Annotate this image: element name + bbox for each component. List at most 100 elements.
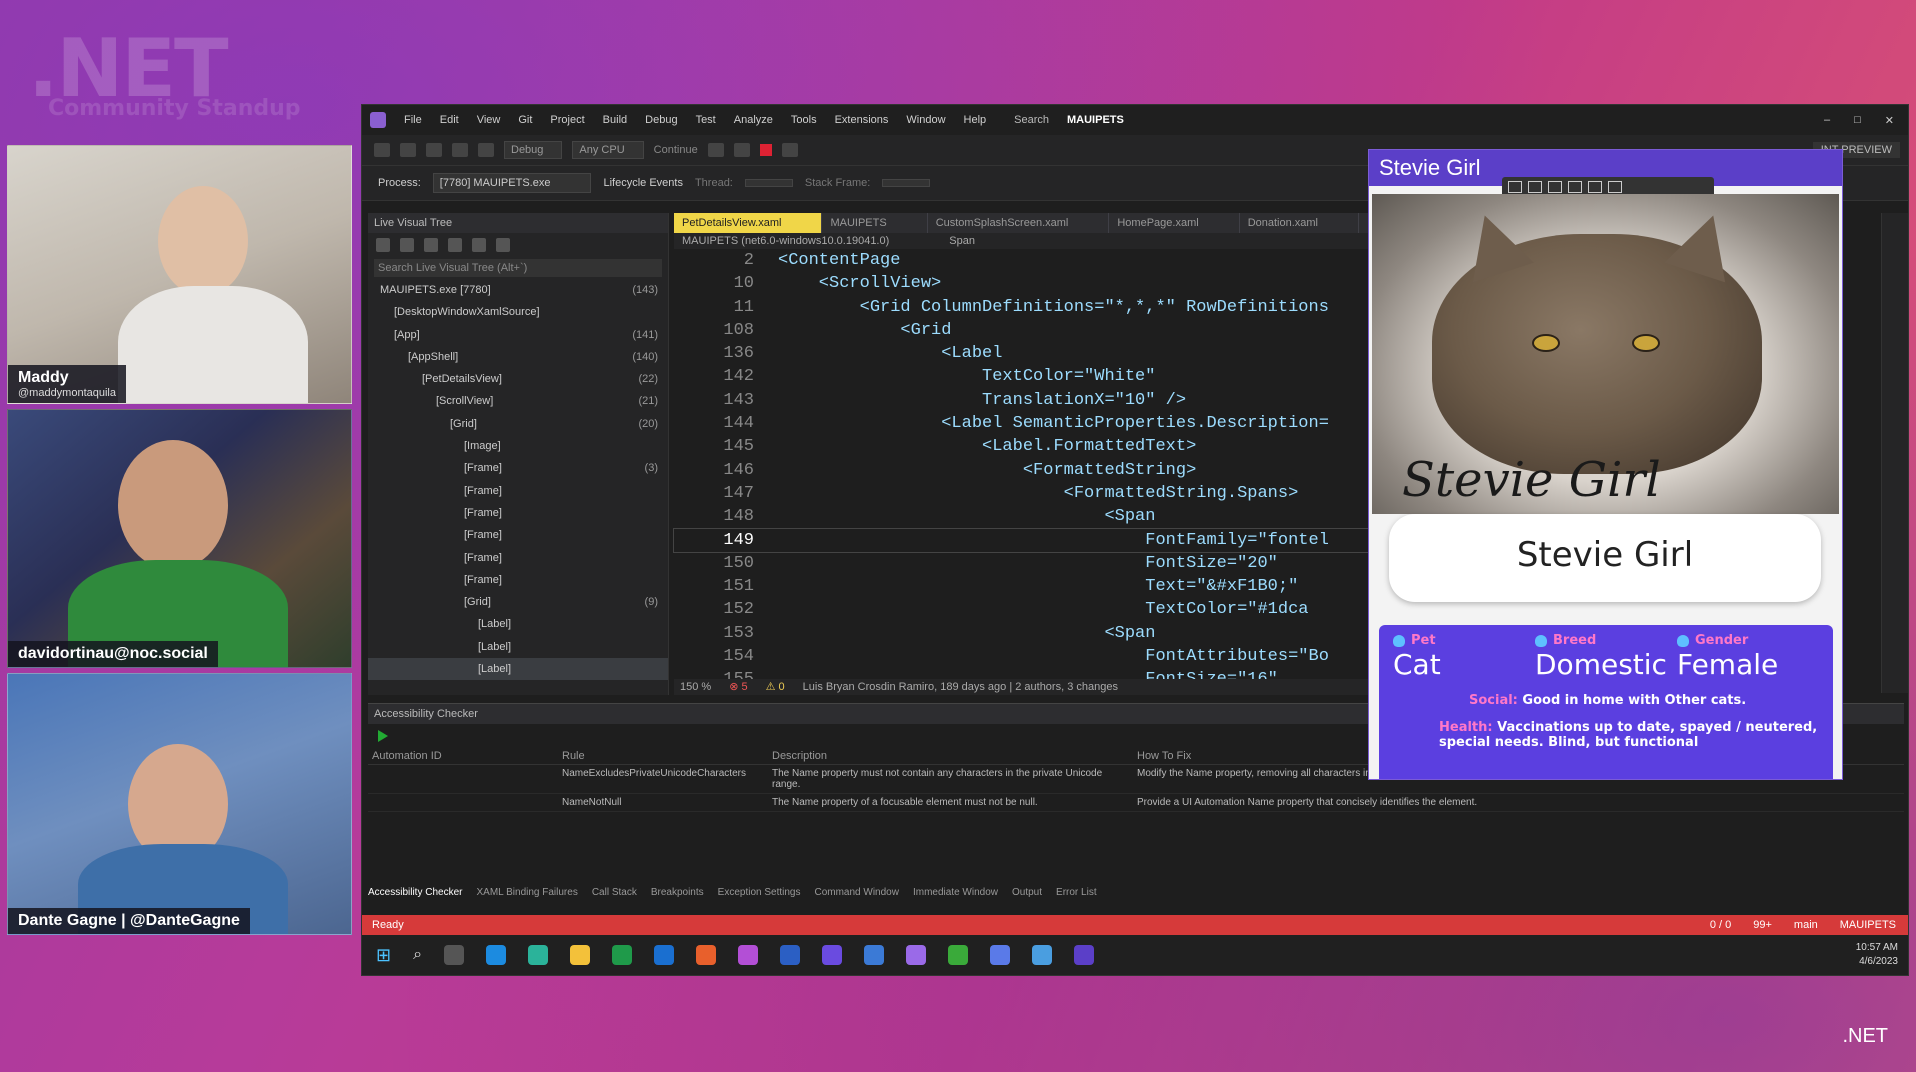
visual-studio-preview-icon[interactable] bbox=[906, 945, 927, 965]
tree-node[interactable]: [Grid] (9) bbox=[368, 591, 668, 613]
tree-node[interactable]: [Frame] bbox=[368, 524, 668, 546]
pause-button[interactable] bbox=[733, 143, 750, 157]
restart-button[interactable] bbox=[781, 143, 798, 157]
display-layout-adorners-icon[interactable] bbox=[1528, 181, 1542, 193]
menu-debug[interactable]: Debug bbox=[645, 114, 677, 126]
code-line[interactable]: 108 <Grid bbox=[674, 319, 1396, 342]
show-just-my-xaml-icon[interactable] bbox=[448, 238, 462, 252]
tab-output[interactable]: Output bbox=[1012, 887, 1042, 898]
display-adorner-icon[interactable] bbox=[400, 238, 414, 252]
system-clock[interactable]: 10:57 AM 4/6/2023 bbox=[1856, 941, 1908, 969]
app-icon[interactable] bbox=[1032, 945, 1053, 965]
code-line[interactable]: 142 TextColor="White" bbox=[674, 365, 1396, 388]
warning-count[interactable]: ⚠ 0 bbox=[766, 679, 785, 695]
menu-edit[interactable]: Edit bbox=[440, 114, 459, 126]
project-dropdown[interactable]: MAUIPETS (net6.0-windows10.0.19041.0) bbox=[682, 233, 889, 249]
run-check-icon[interactable] bbox=[378, 730, 388, 742]
tab-error-list[interactable]: Error List bbox=[1056, 887, 1097, 898]
app-icon[interactable] bbox=[990, 945, 1011, 965]
menu-test[interactable]: Test bbox=[696, 114, 716, 126]
word-icon[interactable] bbox=[780, 945, 801, 965]
firefox-icon[interactable] bbox=[696, 945, 717, 965]
configuration-select[interactable]: Debug bbox=[504, 141, 563, 159]
code-line[interactable]: 136 <Label bbox=[674, 342, 1396, 365]
teams-icon[interactable] bbox=[864, 945, 885, 965]
hot-reload-button[interactable] bbox=[707, 143, 724, 157]
tree-node[interactable]: [Grid] (20) bbox=[368, 413, 668, 435]
track-focus-icon[interactable] bbox=[424, 238, 438, 252]
tab-exception-settings[interactable]: Exception Settings bbox=[718, 887, 801, 898]
tree-node[interactable]: [DesktopWindowXamlSource] bbox=[368, 301, 668, 323]
tool-window-rail[interactable] bbox=[1881, 213, 1908, 693]
redo-button[interactable] bbox=[478, 143, 494, 157]
tab-petdetailsview[interactable]: PetDetailsView.xaml bbox=[674, 213, 823, 233]
save-button[interactable] bbox=[426, 143, 442, 157]
tree-node[interactable]: MAUIPETS.exe [7780] (143) bbox=[368, 279, 668, 301]
tree-node[interactable]: [Label] bbox=[368, 636, 668, 658]
tab-breakpoints[interactable]: Breakpoints bbox=[651, 887, 704, 898]
process-select[interactable]: [7780] MAUIPETS.exe bbox=[432, 173, 592, 193]
open-button[interactable] bbox=[400, 143, 416, 157]
menu-tools[interactable]: Tools bbox=[791, 114, 817, 126]
scan-accessibility-icon[interactable] bbox=[1588, 181, 1602, 193]
tab-command-window[interactable]: Command Window bbox=[814, 887, 898, 898]
tab-homepage[interactable]: HomePage.xaml bbox=[1109, 213, 1240, 233]
tree-node[interactable]: [Frame] bbox=[368, 502, 668, 524]
code-line[interactable]: 10 <ScrollView> bbox=[674, 272, 1396, 295]
new-project-button[interactable] bbox=[374, 143, 390, 157]
menu-help[interactable]: Help bbox=[964, 114, 987, 126]
edge-dev-icon[interactable] bbox=[528, 945, 549, 965]
col-description[interactable]: Description bbox=[768, 750, 1133, 762]
col-rule[interactable]: Rule bbox=[558, 750, 768, 762]
menu-view[interactable]: View bbox=[477, 114, 501, 126]
windows-start-icon[interactable]: ⊞ bbox=[376, 945, 391, 966]
outlook-icon[interactable] bbox=[654, 945, 675, 965]
tab-xaml-binding-failures[interactable]: XAML Binding Failures bbox=[476, 887, 577, 898]
thread-select[interactable] bbox=[744, 179, 793, 187]
menu-build[interactable]: Build bbox=[603, 114, 627, 126]
excel-icon[interactable] bbox=[612, 945, 633, 965]
tree-node[interactable]: [Image] bbox=[368, 435, 668, 457]
tree-node[interactable]: [Frame] bbox=[368, 480, 668, 502]
zoom-level[interactable]: 150 % bbox=[680, 679, 711, 695]
tree-node[interactable]: [Label] bbox=[368, 658, 668, 681]
tab-call-stack[interactable]: Call Stack bbox=[592, 887, 637, 898]
line-count[interactable]: 0 / 0 bbox=[1710, 915, 1731, 935]
col-automation-id[interactable]: Automation ID bbox=[368, 750, 558, 762]
tab-mauipets[interactable]: MAUIPETS bbox=[822, 213, 928, 233]
repository[interactable]: MAUIPETS bbox=[1840, 915, 1896, 935]
stack-frame-select[interactable] bbox=[882, 179, 931, 187]
code-line[interactable]: 11 <Grid ColumnDefinitions="*,*,*" RowDe… bbox=[674, 296, 1396, 319]
binding-failures-icon[interactable] bbox=[1568, 181, 1582, 193]
code-line[interactable]: 146 <FormattedString> bbox=[674, 459, 1396, 482]
select-element-icon[interactable] bbox=[376, 238, 390, 252]
app-icon[interactable] bbox=[948, 945, 969, 965]
table-row[interactable]: NameNotNull The Name property of a focus… bbox=[368, 794, 1904, 812]
code-line[interactable]: 153 <Span bbox=[674, 622, 1396, 645]
undo-button[interactable] bbox=[452, 143, 468, 157]
platform-select[interactable]: Any CPU bbox=[572, 141, 644, 159]
error-count[interactable]: ⊗ 5 bbox=[729, 679, 747, 695]
tree-node[interactable]: [AppShell] (140) bbox=[368, 346, 668, 368]
onenote-icon[interactable] bbox=[738, 945, 759, 965]
stop-button[interactable] bbox=[759, 144, 772, 156]
code-line[interactable]: 144 <Label SemanticProperties.Descriptio… bbox=[674, 412, 1396, 435]
file-explorer-icon[interactable] bbox=[570, 945, 591, 965]
member-dropdown[interactable]: Span bbox=[949, 233, 975, 249]
tree-node[interactable]: [ScrollView] (21) bbox=[368, 390, 668, 412]
visual-studio-taskbar-icon[interactable] bbox=[822, 945, 843, 965]
minimize-icon[interactable]: – bbox=[1824, 114, 1830, 127]
live-tree-search-input[interactable]: Search Live Visual Tree (Alt+`) bbox=[374, 259, 662, 277]
settings-icon[interactable] bbox=[496, 238, 510, 252]
tree-node[interactable]: [Frame] (3) bbox=[368, 457, 668, 479]
tab-accessibility-checker[interactable]: Accessibility Checker bbox=[368, 887, 462, 898]
menu-git[interactable]: Git bbox=[518, 114, 532, 126]
code-line[interactable]: 147 <FormattedString.Spans> bbox=[674, 482, 1396, 505]
pending-changes[interactable]: 99+ bbox=[1753, 915, 1772, 935]
tab-customsplashscreen[interactable]: CustomSplashScreen.xaml bbox=[928, 213, 1110, 233]
tree-node[interactable]: [Label] bbox=[368, 613, 668, 635]
code-line[interactable]: 149 FontFamily="fontel bbox=[673, 527, 1397, 553]
search-icon[interactable]: ⌕ bbox=[413, 946, 422, 964]
code-line[interactable]: 143 TranslationX="10" /> bbox=[674, 389, 1396, 412]
tree-node[interactable]: [PetDetailsView] (22) bbox=[368, 368, 668, 390]
